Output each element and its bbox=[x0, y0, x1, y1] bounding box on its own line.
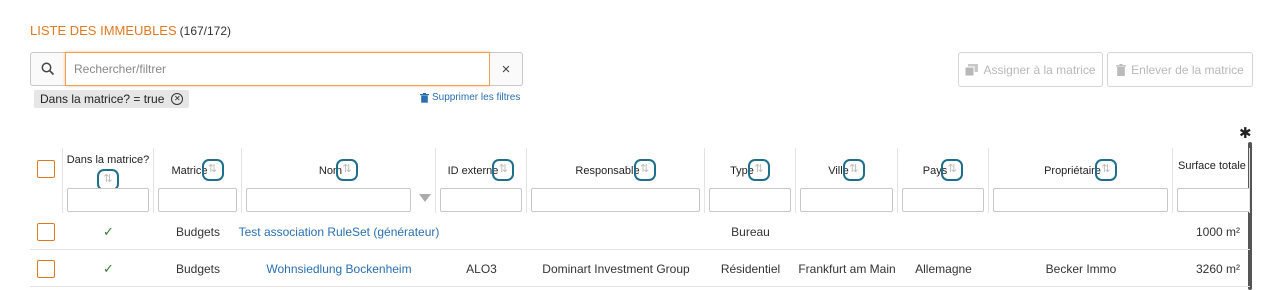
filter-input-surface[interactable] bbox=[1177, 188, 1249, 212]
sort-icon[interactable]: ⇅ bbox=[941, 159, 964, 181]
record-count: (167/172) bbox=[179, 24, 232, 38]
filter-input-external-id[interactable] bbox=[440, 188, 522, 212]
cell-responsible bbox=[527, 214, 705, 250]
header-col-city[interactable]: Ville⇅ bbox=[796, 148, 898, 213]
sort-icon[interactable]: ⇅ bbox=[747, 159, 770, 181]
filter-input-name[interactable] bbox=[246, 188, 411, 212]
building-name-link[interactable]: Test association RuleSet (générateur) bbox=[239, 214, 440, 250]
filter-input-city[interactable] bbox=[800, 188, 893, 212]
sort-icon[interactable]: ⇅ bbox=[842, 159, 865, 181]
sort-icon[interactable]: ⇅ bbox=[201, 159, 224, 181]
header-col-type[interactable]: Type⇅ bbox=[705, 148, 796, 213]
funnel-icon[interactable] bbox=[419, 194, 431, 202]
row-checkbox[interactable] bbox=[37, 223, 55, 241]
cell-city bbox=[796, 214, 898, 250]
header-label: Responsable bbox=[575, 164, 640, 177]
clear-filters-label: Supprimer les filtres bbox=[432, 92, 521, 103]
table-row[interactable]: ✓ Budgets Wohnsiedlung Bockenheim ALO3 D… bbox=[30, 251, 1250, 287]
header-label: Dans la matrice? bbox=[66, 154, 150, 166]
header-label: ID externe bbox=[447, 164, 499, 177]
filter-input-responsible[interactable] bbox=[531, 188, 700, 212]
cell-matrix: Budgets bbox=[175, 262, 221, 276]
cell-country: Allemagne bbox=[915, 262, 972, 276]
filter-input-country[interactable] bbox=[902, 188, 984, 212]
cell-external-id bbox=[436, 214, 527, 250]
trash-icon bbox=[1116, 63, 1127, 76]
cell-surface: 3260 m² bbox=[1195, 262, 1240, 276]
header-select-all bbox=[30, 148, 63, 213]
cell-surface: 1000 m² bbox=[1195, 225, 1240, 239]
cell-city: Frankfurt am Main bbox=[798, 262, 896, 276]
header-label: Propriétaire bbox=[1044, 164, 1101, 177]
remove-from-matrix-button[interactable]: Enlever de la matrice bbox=[1107, 52, 1253, 87]
sort-icon[interactable]: ⇅ bbox=[633, 159, 656, 181]
header-col-matrix[interactable]: Matrice⇅ bbox=[154, 148, 242, 213]
building-name-link[interactable]: Wohnsiedlung Bockenheim bbox=[242, 251, 436, 287]
cell-owner bbox=[989, 214, 1173, 250]
remove-from-matrix-label: Enlever de la matrice bbox=[1131, 62, 1244, 77]
header-col-owner[interactable]: Propriétaire⇅ bbox=[989, 148, 1173, 213]
sort-icon[interactable]: ⇅ bbox=[336, 159, 359, 181]
page-title: LISTE DES IMMEUBLES (167/172) bbox=[30, 23, 231, 38]
header-col-responsible[interactable]: Responsable⇅ bbox=[527, 148, 705, 213]
search-input[interactable] bbox=[65, 52, 490, 86]
active-filter-chip: Dans la matrice? = true ✕ bbox=[34, 90, 190, 108]
clear-search-button[interactable]: × bbox=[490, 52, 523, 86]
table-row[interactable]: ✓ Budgets Test association RuleSet (géné… bbox=[30, 214, 1250, 250]
assign-to-matrix-label: Assigner à la matrice bbox=[983, 62, 1096, 77]
header-col-surface[interactable]: Surface totale bbox=[1173, 148, 1250, 213]
search-bar: × bbox=[30, 52, 523, 86]
cell-owner: Becker Immo bbox=[1045, 262, 1117, 276]
cell-matrix: Budgets bbox=[175, 225, 221, 239]
header-col-in-matrix[interactable]: Dans la matrice? ⇅ bbox=[63, 148, 154, 213]
remove-filter-icon[interactable]: ✕ bbox=[171, 93, 184, 105]
active-filter-label: Dans la matrice? = true bbox=[40, 92, 165, 106]
page-title-label: LISTE DES IMMEUBLES bbox=[30, 23, 177, 38]
header-col-country[interactable]: Pays⇅ bbox=[898, 148, 989, 213]
cell-country bbox=[898, 214, 989, 250]
filter-input-matrix[interactable] bbox=[158, 188, 237, 212]
select-all-checkbox[interactable] bbox=[37, 160, 55, 178]
assign-to-matrix-button[interactable]: Assigner à la matrice bbox=[958, 52, 1103, 87]
cell-responsible: Dominart Investment Group bbox=[542, 262, 690, 276]
row-checkbox[interactable] bbox=[37, 260, 55, 278]
search-icon[interactable] bbox=[30, 52, 65, 86]
filter-input-type[interactable] bbox=[709, 188, 791, 212]
check-icon: ✓ bbox=[103, 261, 114, 276]
header-col-external-id[interactable]: ID externe⇅ bbox=[436, 148, 527, 213]
clear-filters-link[interactable]: Supprimer les filtres bbox=[420, 92, 520, 103]
cell-type: Bureau bbox=[731, 225, 770, 239]
filter-input-owner[interactable] bbox=[993, 188, 1168, 212]
header-label: Surface totale bbox=[1178, 160, 1246, 172]
trash-icon bbox=[420, 92, 429, 103]
sort-icon[interactable]: ⇅ bbox=[1094, 159, 1117, 181]
gear-icon[interactable]: ✱ bbox=[1239, 124, 1252, 142]
cell-type: Résidentiel bbox=[720, 262, 781, 276]
filter-input-in-matrix[interactable] bbox=[67, 188, 149, 212]
copy-icon bbox=[965, 63, 979, 76]
sort-icon[interactable]: ⇅ bbox=[492, 159, 515, 181]
cell-external-id: ALO3 bbox=[466, 262, 497, 276]
header-col-name[interactable]: Nom⇅ bbox=[242, 148, 436, 213]
check-icon: ✓ bbox=[103, 224, 114, 239]
